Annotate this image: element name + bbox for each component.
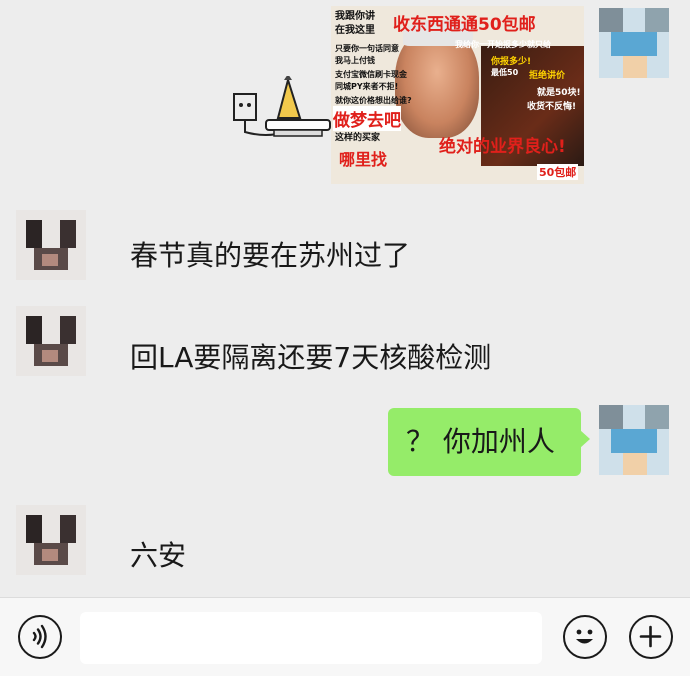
more-button[interactable] — [629, 615, 673, 659]
meme-text-line: 你报多少! — [491, 57, 532, 67]
message-text: 六安 — [130, 539, 187, 572]
message-bubble[interactable]: 六安 — [122, 522, 194, 590]
meme-text-line: 最低50 — [491, 68, 519, 77]
my-avatar[interactable] — [599, 405, 669, 475]
message-text: ？ 你加州人 — [406, 425, 555, 458]
input-bar — [0, 597, 690, 676]
message-text: 回LA要隔离还要7天核酸检测 — [130, 341, 492, 374]
message-input[interactable] — [80, 612, 542, 664]
meme-text-line: 在我这里 — [335, 25, 375, 36]
voice-icon — [32, 624, 47, 649]
my-avatar[interactable] — [599, 8, 669, 78]
meme-text-line: 拒绝讲价 — [529, 71, 566, 81]
message-bubble[interactable]: ？ 你加州人 — [388, 408, 590, 476]
plus-icon — [639, 625, 662, 648]
meme-tag: 50包邮 — [537, 164, 579, 180]
chat-area: 我跟你讲 在我这里 只要你一句话同意 我马上付钱 支付宝微信刷卡现金 同城PY来… — [0, 0, 690, 597]
message-bubble[interactable]: 回LA要隔离还要7天核酸检测 — [122, 324, 499, 392]
meme-text-line: 收货不反悔! — [527, 102, 577, 112]
message-text: 春节真的要在苏州过了 — [130, 239, 411, 272]
voice-button[interactable] — [18, 615, 62, 659]
meme-text-line: 这样的买家 — [335, 133, 381, 143]
meme-title: 收东西通通50包邮 — [393, 15, 536, 35]
meme-text-line: 我给你一开始报多少就只给 — [455, 40, 551, 49]
meme-text-line: 我马上付钱 — [335, 56, 375, 65]
contact-avatar[interactable] — [16, 505, 86, 575]
emoji-button[interactable] — [563, 615, 607, 659]
meme-banner: 绝对的业界良心! — [439, 137, 566, 157]
meme-banner: 做梦去吧 — [333, 106, 401, 131]
contact-avatar[interactable] — [16, 306, 86, 376]
message-bubble[interactable]: 春节真的要在苏州过了 — [122, 222, 418, 290]
meme-text-line: 我跟你讲 — [335, 11, 375, 22]
emoji-icon — [576, 629, 593, 644]
meme-text-line: 同城PY来者不拒! — [335, 82, 399, 91]
contact-avatar[interactable] — [16, 210, 86, 280]
meme-image[interactable]: 我跟你讲 在我这里 只要你一句话同意 我马上付钱 支付宝微信刷卡现金 同城PY来… — [331, 6, 584, 184]
meme-banner: 哪里找 — [339, 150, 388, 169]
doodle-drawing — [226, 74, 336, 156]
meme-text-line: 就是50块! — [537, 88, 581, 98]
